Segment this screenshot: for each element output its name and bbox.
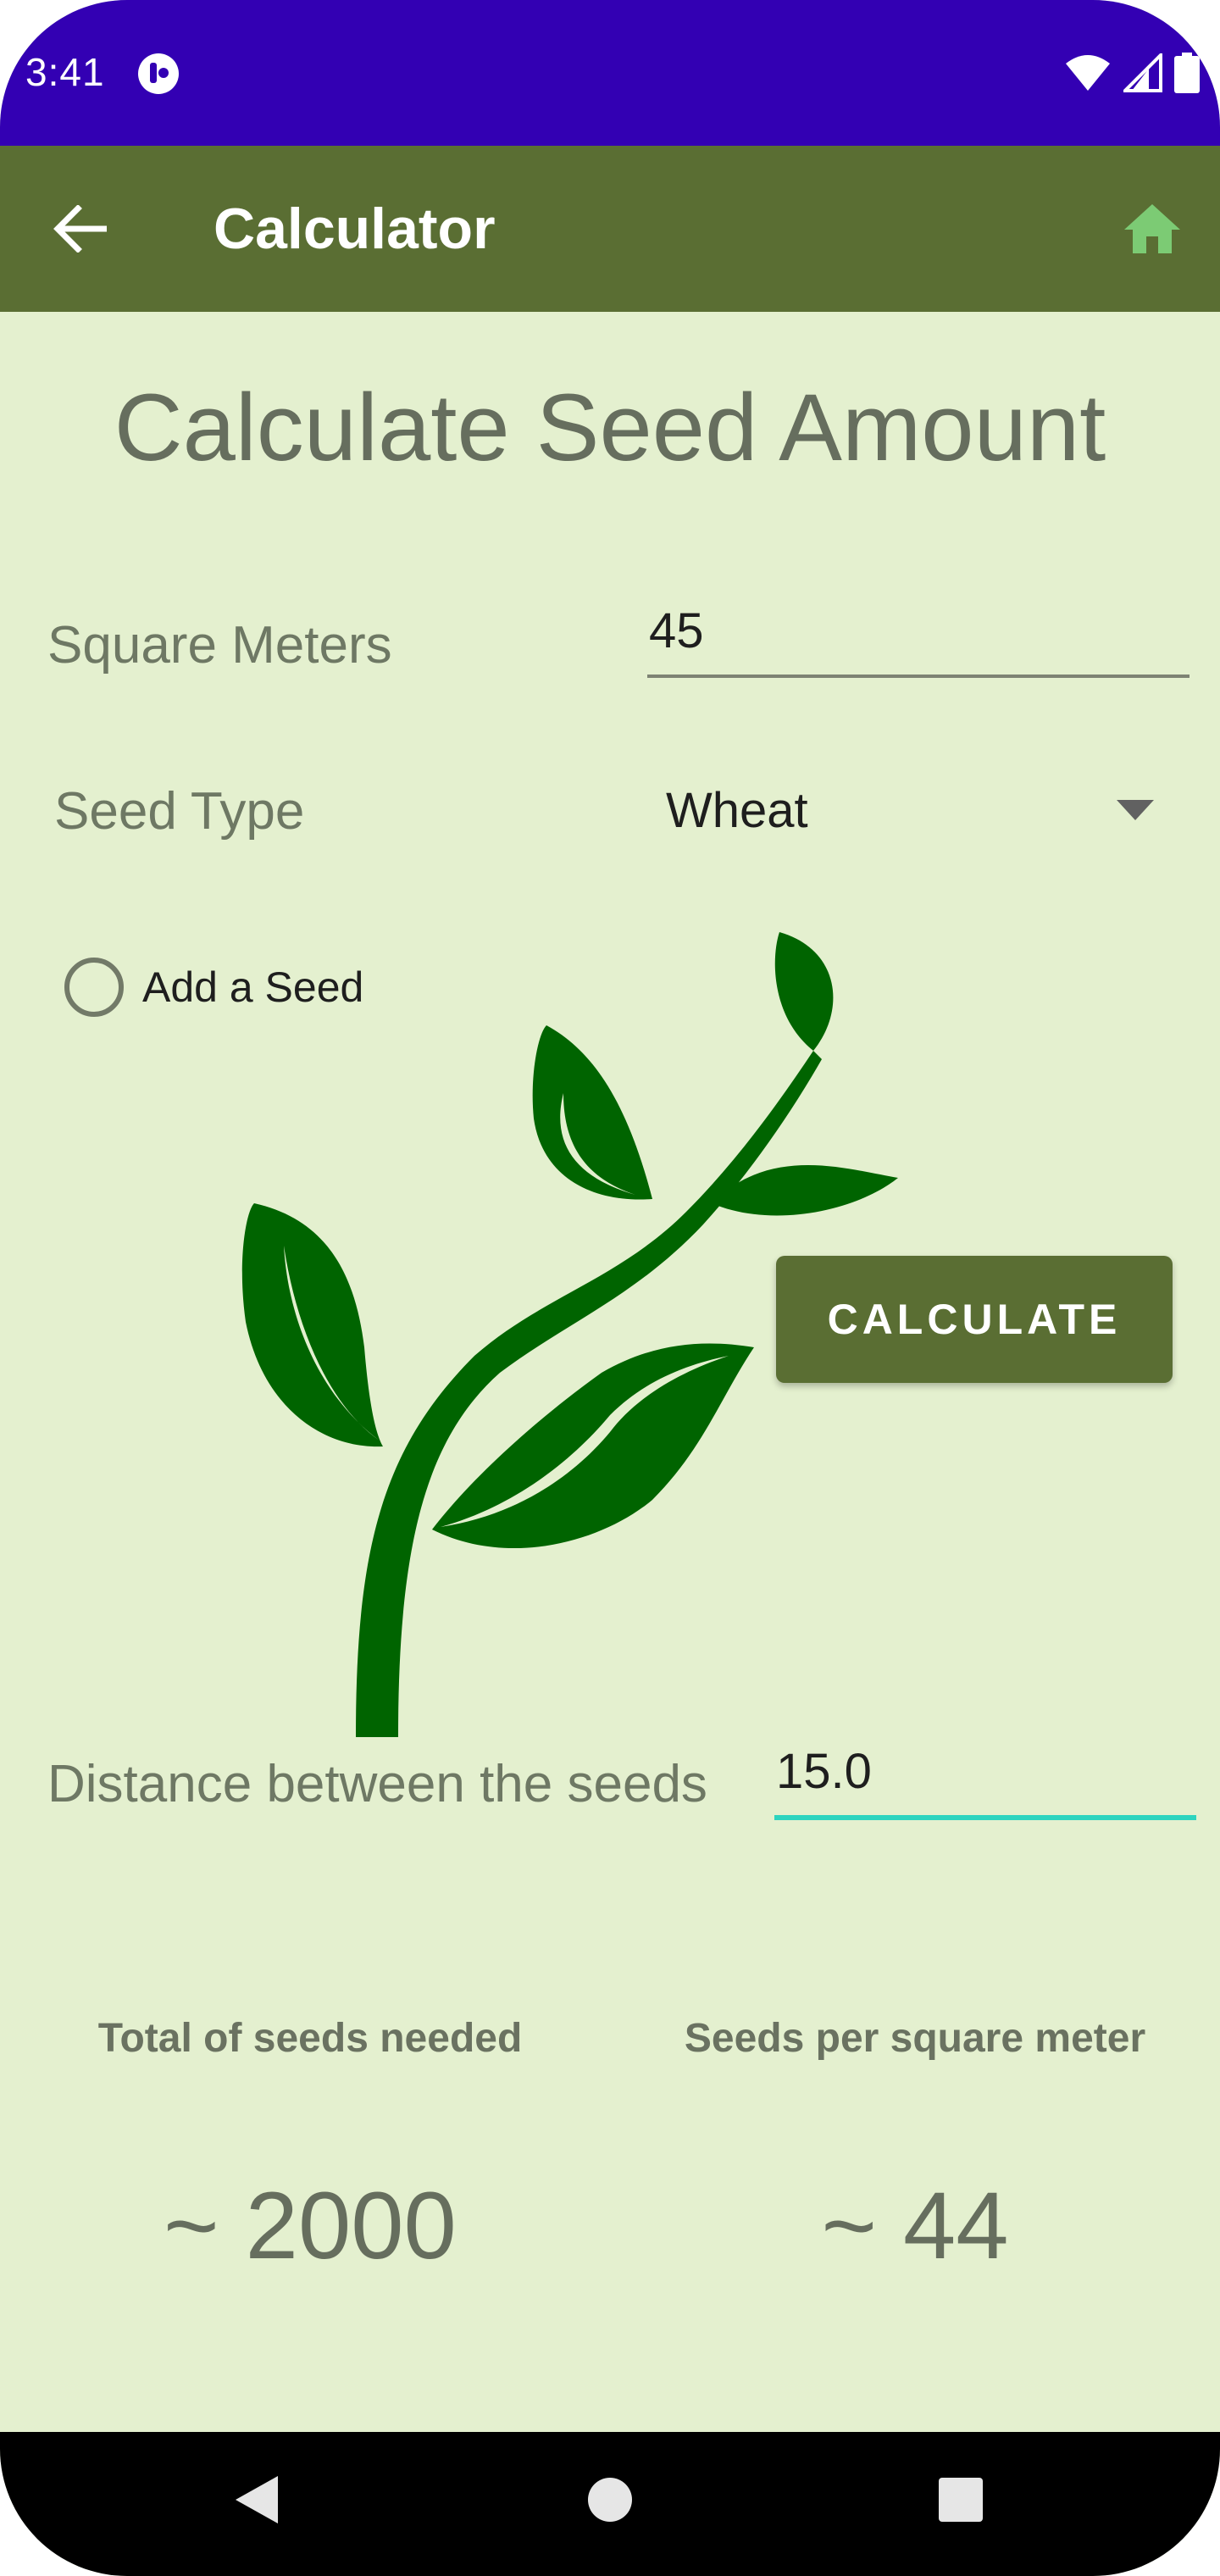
distance-label: Distance between the seeds (47, 1755, 707, 1813)
nav-recents-button[interactable] (927, 2466, 995, 2534)
status-time: 3:41 (25, 50, 105, 94)
square-meters-underline (647, 675, 1190, 678)
back-triangle-icon (236, 2476, 278, 2523)
signal-icon (1123, 53, 1162, 92)
status-icons (1064, 53, 1200, 93)
calculate-button[interactable]: CALCULATE (776, 1256, 1173, 1383)
page-title: Calculate Seed Amount (114, 375, 1106, 480)
add-seed-radio[interactable] (64, 958, 124, 1017)
status-bar: 3:41 (0, 0, 1220, 146)
wifi-icon (1066, 55, 1110, 91)
recents-square-icon (939, 2478, 983, 2522)
notification-app-icon (138, 53, 179, 94)
home-circle-icon (588, 2478, 632, 2522)
total-seeds-value: ~ 2000 (164, 2173, 457, 2279)
back-button[interactable] (47, 197, 112, 261)
distance-underline (774, 1815, 1196, 1820)
square-meters-label: Square Meters (47, 616, 392, 675)
square-meters-input[interactable]: 45 (649, 602, 704, 661)
seed-type-dropdown[interactable]: Wheat (647, 763, 1190, 859)
distance-input[interactable]: 15.0 (776, 1742, 872, 1802)
battery-icon (1174, 53, 1200, 93)
home-icon (1124, 204, 1180, 253)
total-seeds-label: Total of seeds needed (97, 2016, 523, 2061)
seeds-per-sqm-label: Seeds per square meter (684, 2016, 1146, 2061)
nav-back-button[interactable] (222, 2466, 290, 2534)
navigation-bar (0, 2432, 1220, 2576)
home-button[interactable] (1118, 195, 1186, 263)
nav-home-button[interactable] (576, 2466, 644, 2534)
app-title: Calculator (214, 197, 496, 261)
seeds-per-sqm-value: ~ 44 (821, 2173, 1009, 2279)
seed-type-label: Seed Type (54, 782, 305, 841)
seed-type-selected: Wheat (666, 783, 808, 838)
phone-screen: 3:41 Calculator Calculate Seed Amount Sq… (0, 0, 1220, 2576)
app-bar: Calculator (0, 146, 1220, 312)
chevron-down-icon (1117, 800, 1154, 820)
arrow-back-icon (53, 205, 107, 253)
